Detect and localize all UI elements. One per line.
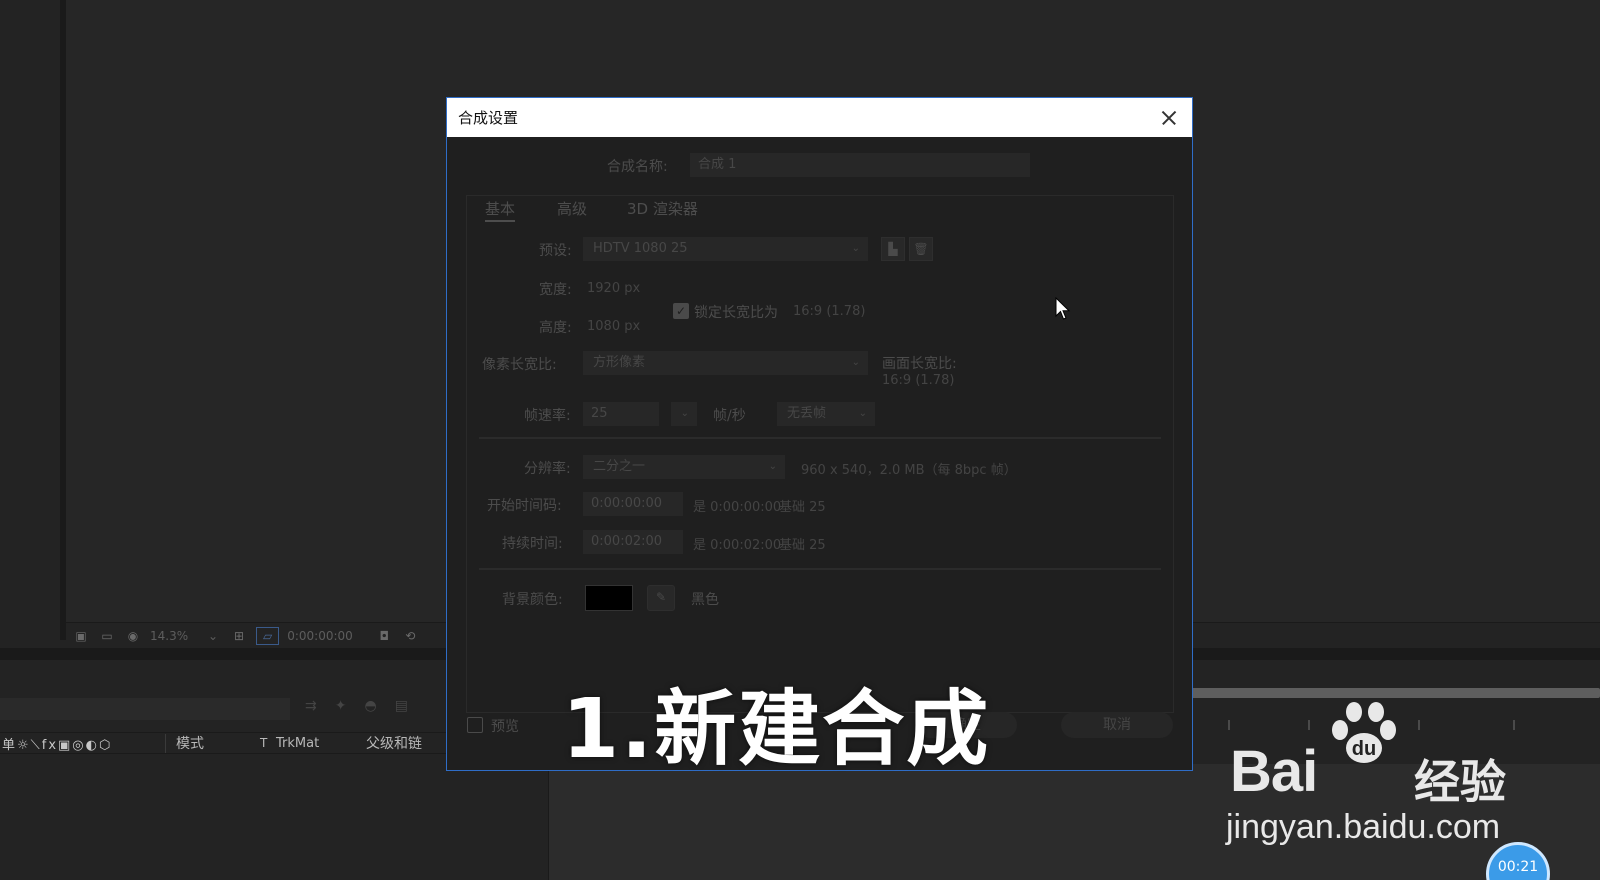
chevron-down-icon: ⌄ bbox=[851, 243, 860, 254]
duration-input[interactable]: 0:00:02:00 bbox=[583, 530, 683, 554]
dialog-title: 合成设置 bbox=[458, 109, 519, 127]
frame-rate-label: 帧速率: bbox=[524, 408, 571, 424]
duration-is: 是 0:00:02:00 bbox=[693, 538, 782, 553]
bg-color-swatch[interactable] bbox=[585, 585, 633, 611]
watermark-bai: Bai bbox=[1230, 739, 1318, 804]
monitor-icon[interactable]: ▭ bbox=[98, 629, 116, 643]
delete-preset-icon[interactable]: 🗑 bbox=[909, 237, 933, 261]
height-label: 高度: bbox=[539, 320, 572, 336]
resolution-info: 960 x 540，2.0 MB（每 8bpc 帧） bbox=[801, 463, 1017, 478]
comp-name-input[interactable]: 合成 1 bbox=[690, 153, 1030, 177]
lock-aspect-checkbox[interactable]: ✓ bbox=[673, 303, 689, 319]
tab-basic[interactable]: 基本 bbox=[485, 198, 516, 222]
watermark-jingyan: 经验 bbox=[1414, 755, 1506, 809]
drop-frame-value: 无丢帧 bbox=[787, 406, 827, 421]
timeline-work-area-bar[interactable] bbox=[1168, 688, 1600, 698]
settings-section bbox=[466, 195, 1174, 713]
chevron-down-icon: ⌄ bbox=[851, 357, 860, 368]
cancel-button[interactable]: 取消 bbox=[1061, 712, 1173, 738]
watermark-url: jingyan.baidu.com bbox=[1226, 808, 1501, 846]
camera-icon[interactable]: ◘ bbox=[375, 629, 393, 643]
mouse-cursor-icon bbox=[1055, 297, 1071, 320]
resolution-dropdown[interactable]: 二分之一 ⌄ bbox=[583, 455, 785, 479]
layer-search-input[interactable] bbox=[0, 698, 290, 720]
frame-blending-icon[interactable]: ▤ bbox=[395, 698, 408, 714]
region-of-interest-icon[interactable]: ▣ bbox=[72, 629, 90, 643]
preset-label: 预设: bbox=[539, 243, 572, 259]
pixel-aspect-dropdown[interactable]: 方形像素 ⌄ bbox=[583, 351, 868, 375]
width-label: 宽度: bbox=[539, 282, 572, 298]
composition-flowchart-icon[interactable]: ⇉ bbox=[305, 698, 317, 714]
zoom-value: 14.3% bbox=[150, 628, 189, 643]
fps-unit-label: 帧/秒 bbox=[713, 408, 746, 424]
composition-settings-dialog: 合成设置 合成名称: 合成 1 基本 高级 3D 渲染器 预设: HDTV 10… bbox=[446, 97, 1193, 771]
frame-aspect-value: 16:9 (1.78) bbox=[882, 373, 955, 388]
current-time-display[interactable]: 0:00:00:00 bbox=[287, 629, 367, 643]
duration-base: 基础 25 bbox=[779, 538, 826, 553]
transparency-grid-button[interactable]: ▱ bbox=[256, 626, 280, 645]
baidu-jingyan-watermark: du Bai 经验 jingyan.baidu.com bbox=[1226, 700, 1528, 850]
frame-rate-preset-dropdown[interactable]: ⌄ bbox=[671, 402, 697, 426]
save-preset-icon[interactable]: ▙ bbox=[881, 237, 905, 261]
frame-rate-input[interactable]: 25 bbox=[583, 402, 659, 426]
start-timecode-base: 基础 25 bbox=[779, 500, 826, 515]
bg-color-name: 黑色 bbox=[691, 592, 719, 608]
tab-advanced[interactable]: 高级 bbox=[557, 198, 587, 219]
duration-label: 持续时间: bbox=[502, 536, 563, 552]
drop-frame-dropdown[interactable]: 无丢帧 ⌄ bbox=[777, 402, 875, 426]
mode-column-header[interactable]: 模式 bbox=[166, 733, 256, 753]
video-caption: 1.新建合成 bbox=[562, 682, 991, 777]
shy-icon[interactable]: ◓ bbox=[364, 698, 376, 714]
preset-value: HDTV 1080 25 bbox=[593, 241, 688, 256]
lock-aspect-label: 锁定长宽比为 bbox=[694, 305, 778, 321]
start-timecode-is: 是 0:00:00:00 bbox=[693, 500, 782, 515]
chevron-down-icon: ⌄ bbox=[680, 408, 689, 419]
frame-aspect-label: 画面长宽比: bbox=[882, 356, 957, 372]
start-timecode-input[interactable]: 0:00:00:00 bbox=[583, 492, 683, 516]
height-value[interactable]: 1080 px bbox=[587, 319, 640, 334]
lock-aspect-value: 16:9 (1.78) bbox=[793, 304, 866, 319]
grid-icon[interactable]: ⊞ bbox=[230, 629, 248, 643]
width-value[interactable]: 1920 px bbox=[587, 281, 640, 296]
layer-switches-header: 单☼⟍fx▣◎◐⬡ bbox=[0, 733, 166, 753]
channel-icon[interactable]: ⟲ bbox=[401, 629, 419, 643]
watermark-du: du bbox=[1352, 738, 1376, 760]
tab-3d-renderer[interactable]: 3D 渲染器 bbox=[627, 198, 698, 219]
start-timecode-label: 开始时间码: bbox=[487, 498, 562, 514]
close-icon[interactable] bbox=[1158, 107, 1180, 129]
dialog-titlebar[interactable]: 合成设置 bbox=[447, 98, 1192, 137]
chevron-down-icon: ⌄ bbox=[768, 461, 777, 472]
preview-label: 预览 bbox=[491, 719, 519, 735]
trkmat-column-header[interactable]: TrkMat bbox=[276, 736, 366, 751]
eyedropper-icon[interactable]: ✎ bbox=[647, 585, 675, 611]
bg-color-label: 背景颜色: bbox=[502, 592, 563, 608]
divider bbox=[479, 437, 1161, 439]
dialog-body: 合成名称: 合成 1 基本 高级 3D 渲染器 预设: HDTV 1080 25… bbox=[447, 137, 1192, 770]
pixel-aspect-label: 像素长宽比: bbox=[482, 357, 557, 373]
screen: ▣ ▭ ◉ 14.3% ⌄ ⊞ ▱ 0:00:00:00 ◘ ⟲ ⇉ ✦ ◓ ▤ … bbox=[0, 0, 1600, 880]
preview-checkbox[interactable] bbox=[467, 717, 483, 733]
chevron-down-icon: ⌄ bbox=[858, 408, 867, 419]
zoom-dropdown[interactable]: 14.3% ⌄ bbox=[150, 629, 222, 643]
comp-name-label: 合成名称: bbox=[607, 159, 668, 175]
timeline-tools: ⇉ ✦ ◓ ▤ bbox=[305, 698, 408, 714]
draft-3d-icon[interactable]: ✦ bbox=[335, 698, 347, 714]
divider bbox=[479, 568, 1161, 570]
mask-icon[interactable]: ◉ bbox=[124, 629, 142, 643]
resolution-label: 分辨率: bbox=[524, 461, 571, 477]
resolution-value: 二分之一 bbox=[593, 459, 646, 474]
pixel-aspect-value: 方形像素 bbox=[593, 355, 646, 370]
preset-dropdown[interactable]: HDTV 1080 25 ⌄ bbox=[583, 237, 868, 261]
paw-logo-icon: du bbox=[1332, 702, 1396, 763]
chevron-down-icon: ⌄ bbox=[207, 628, 218, 643]
t-column-header: T bbox=[260, 736, 268, 750]
